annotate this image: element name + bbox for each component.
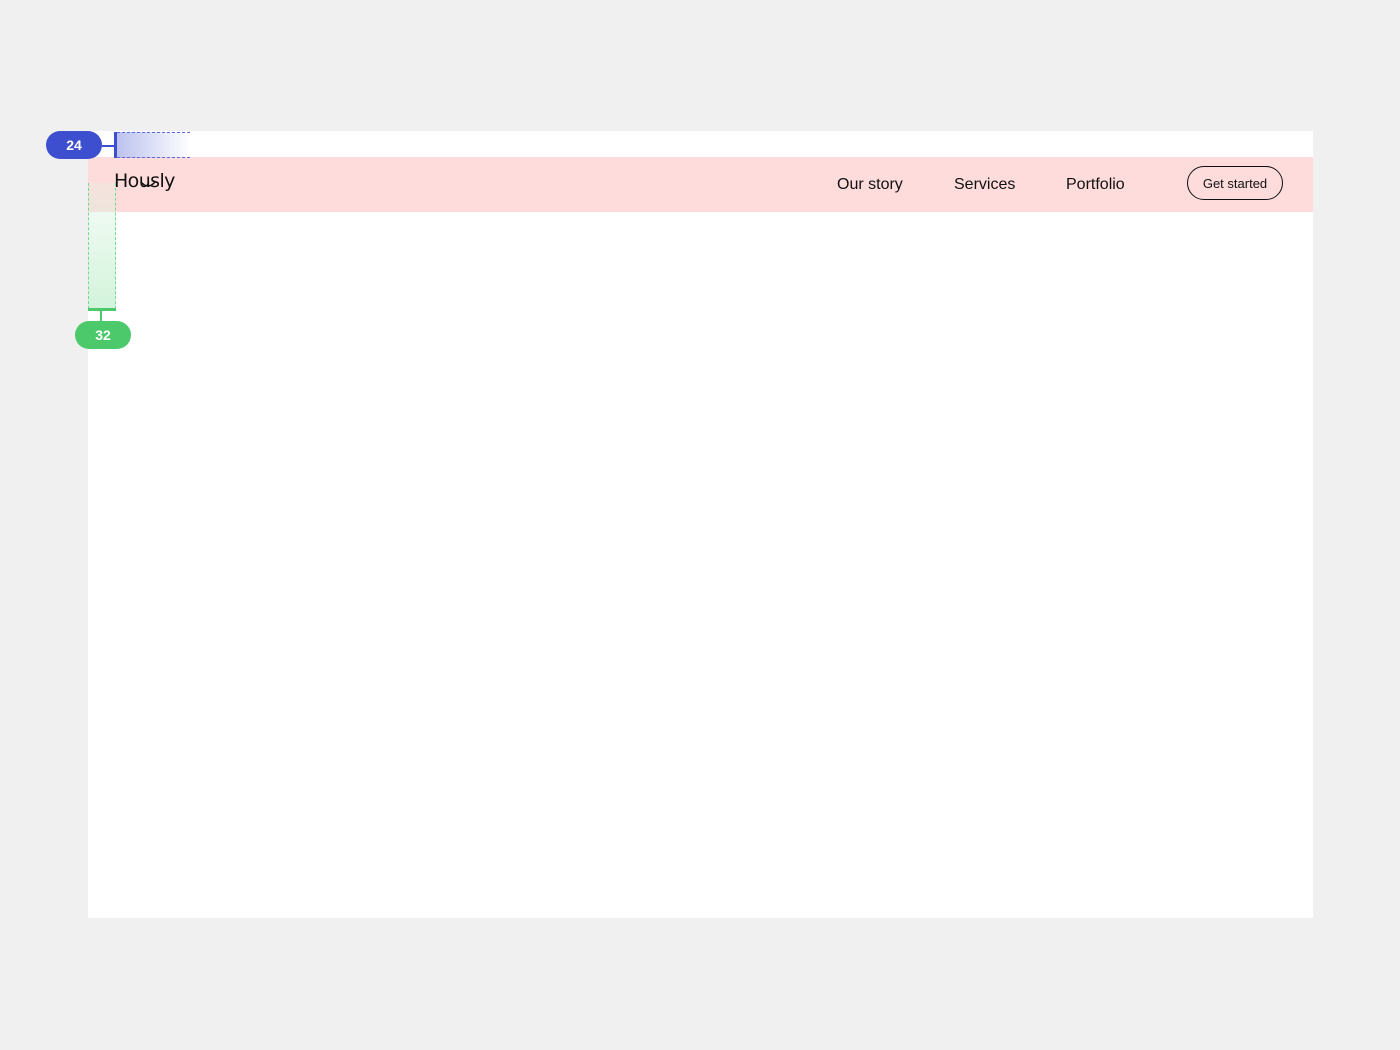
spacing-highlight-vertical (88, 183, 116, 309)
logo-smile-icon (140, 181, 156, 187)
nav-link-services[interactable]: Services (954, 175, 1015, 195)
spacing-marker-tick (100, 311, 102, 321)
padding-highlight-horizontal (117, 132, 190, 158)
padding-marker-bar (114, 132, 117, 158)
nav-link-portfolio[interactable]: Portfolio (1066, 175, 1125, 195)
spacing-marker-bar (88, 308, 116, 311)
navbar: Hously Our story Services Portfolio Get … (88, 157, 1313, 212)
padding-badge-24: 24 (46, 131, 102, 159)
get-started-button[interactable]: Get started (1187, 166, 1283, 200)
padding-marker-tick (102, 145, 114, 147)
page-frame: Hously Our story Services Portfolio Get … (88, 131, 1313, 918)
nav-link-our-story[interactable]: Our story (837, 175, 903, 195)
spacing-badge-32: 32 (75, 321, 131, 349)
